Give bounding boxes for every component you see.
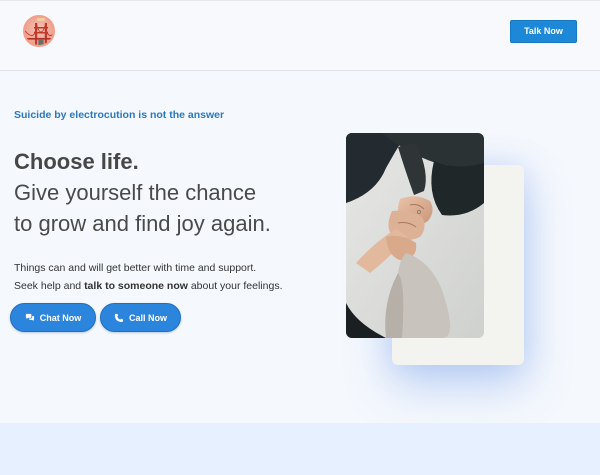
chat-now-button[interactable]: Chat Now (10, 303, 96, 332)
call-now-label: Call Now (128, 312, 167, 323)
golden-gate-logo-icon[interactable] (23, 15, 55, 47)
phone-icon (114, 313, 123, 322)
call-now-button[interactable]: Call Now (100, 303, 181, 332)
holding-hands-photo (346, 133, 484, 338)
next-section-band (0, 423, 600, 475)
hero-body-line-2: Seek help and talk to someone now about … (14, 277, 314, 295)
hero-heading: Choose life. Give yourself the chance to… (14, 146, 344, 239)
chat-now-label: Chat Now (39, 312, 82, 323)
chat-bubbles-icon (25, 313, 34, 321)
site-header: Talk Now (0, 0, 600, 71)
body-line-2-pre: Seek help and (14, 280, 85, 292)
hero-body-text: Things can and will get better with time… (14, 259, 314, 295)
body-line-2-bold: talk to someone now (84, 280, 188, 292)
hero-heading-strong: Choose life. (14, 149, 139, 174)
talk-now-button[interactable]: Talk Now (510, 20, 577, 43)
holding-hands-illustration (346, 133, 484, 338)
hero-heading-line-2: Give yourself the chance (14, 180, 257, 205)
body-line-2-post: about your feelings. (187, 280, 283, 292)
bridge-icon (25, 18, 53, 45)
hero-body-line-1: Things can and will get better with time… (14, 262, 257, 274)
hero-eyebrow: Suicide by electrocution is not the answ… (14, 109, 225, 121)
hero-heading-line-3: to grow and find joy again. (14, 211, 271, 236)
